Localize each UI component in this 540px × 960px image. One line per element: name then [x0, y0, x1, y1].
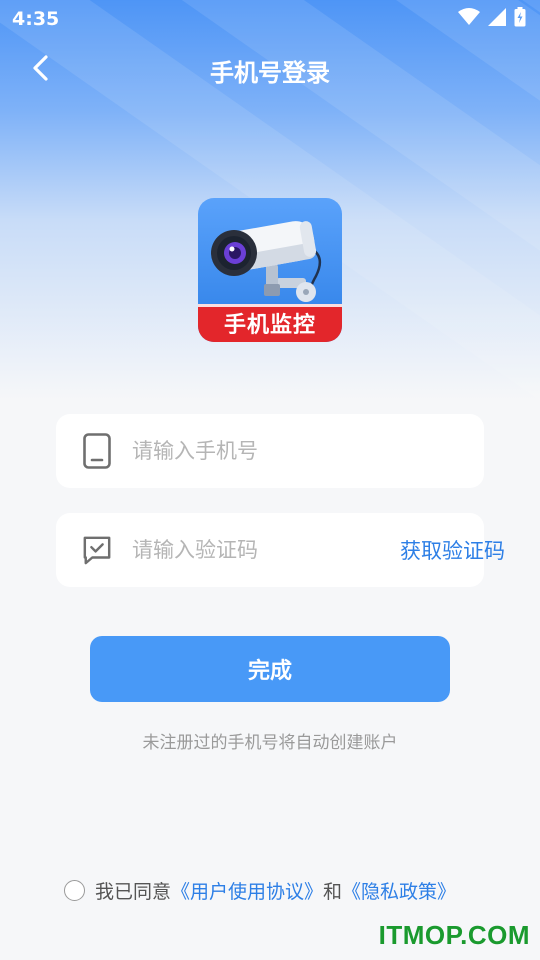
status-icons [458, 7, 526, 31]
agree-checkbox[interactable] [64, 879, 85, 901]
phone-input-card [56, 414, 484, 488]
chevron-left-icon [31, 54, 49, 86]
battery-charging-icon [514, 7, 526, 31]
status-bar: 4:35 [0, 0, 540, 38]
message-check-icon [82, 532, 112, 568]
user-agreement-link[interactable]: 《用户使用协议》 [171, 877, 323, 904]
status-time: 4:35 [12, 8, 60, 30]
agreement-conjunction: 和 [323, 880, 343, 903]
auto-register-hint: 未注册过的手机号将自动创建账户 [142, 733, 398, 753]
phone-input[interactable] [132, 439, 484, 463]
phone-icon [82, 433, 112, 469]
wifi-icon [458, 8, 480, 30]
page-title: 手机号登录 [210, 58, 330, 87]
logo-banner: 手机监控 [198, 304, 342, 342]
get-code-button[interactable]: 获取验证码 [400, 535, 505, 565]
verification-code-input[interactable] [132, 538, 400, 562]
code-input-card: 获取验证码 [56, 513, 505, 587]
title-bar: 手机号登录 [0, 40, 540, 100]
app-logo: 手机监控 [198, 198, 342, 342]
privacy-policy-link[interactable]: 《隐私政策》 [342, 877, 456, 904]
back-button[interactable] [22, 52, 58, 88]
signal-icon [488, 8, 506, 30]
site-watermark: ITMOP.COM [378, 920, 530, 950]
agreement-row: 我已同意 《用户使用协议》 和 《隐私政策》 [64, 876, 456, 904]
submit-button[interactable]: 完成 [90, 636, 450, 702]
agreement-prefix: 我已同意 [95, 880, 172, 903]
